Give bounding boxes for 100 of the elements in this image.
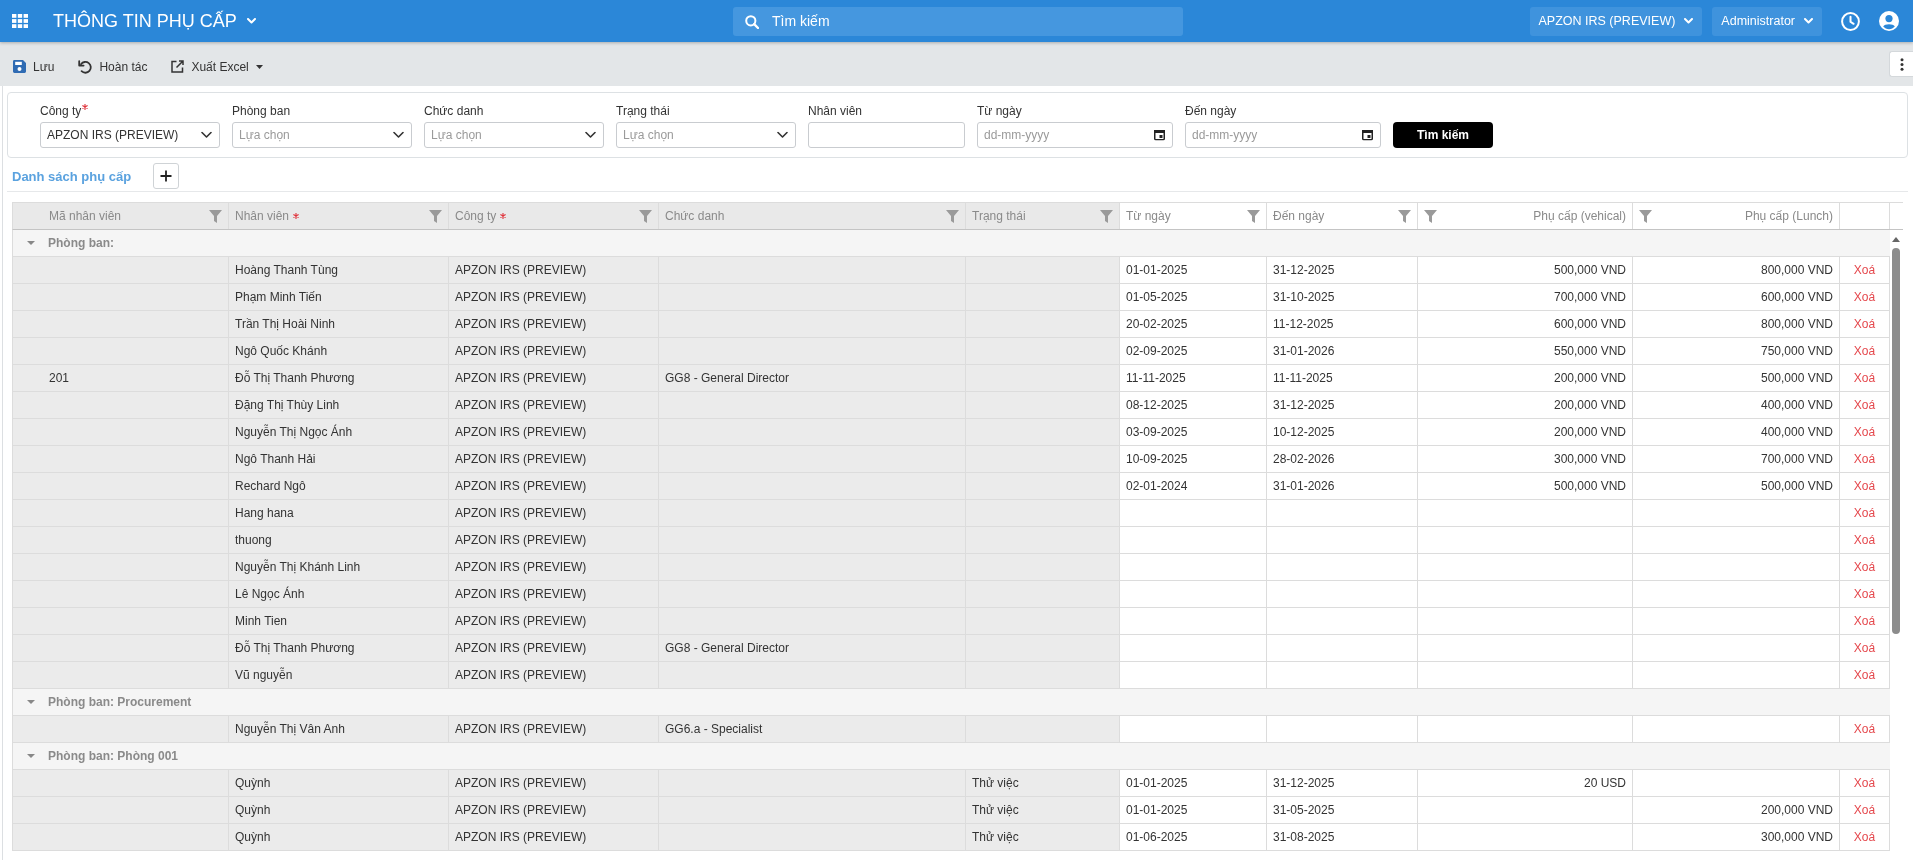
search-button[interactable]: Tìm kiếm — [1393, 122, 1493, 148]
filter-icon[interactable] — [639, 209, 652, 223]
table-cell: 300,000 VND — [1418, 446, 1633, 473]
field-label: Công ty — [40, 104, 82, 118]
table-cell: APZON IRS (PREVIEW) — [449, 365, 659, 392]
table-cell: 500,000 VND — [1418, 257, 1633, 284]
select-field[interactable]: Lựa chọn — [424, 122, 604, 148]
clock-icon[interactable] — [1841, 11, 1860, 31]
table-cell: 200,000 VND — [1418, 365, 1633, 392]
export-button[interactable]: Xuất Excel — [165, 55, 269, 78]
table-cell: 31-10-2025 — [1267, 284, 1418, 311]
table-cell: Nguyễn Thị Ngọc Ánh — [229, 419, 449, 446]
column-header[interactable]: Trạng thái — [966, 203, 1120, 229]
delete-link[interactable]: Xoá — [1853, 830, 1876, 844]
table-cell: 31-12-2025 — [1267, 392, 1418, 419]
table-cell: 600,000 VND — [1633, 284, 1840, 311]
table-cell: Ngô Thanh Hải — [229, 446, 449, 473]
delete-link[interactable]: Xoá — [1853, 587, 1876, 601]
table-cell: APZON IRS (PREVIEW) — [449, 554, 659, 581]
group-label: Phòng ban: — [48, 236, 114, 250]
delete-link[interactable]: Xoá — [1853, 452, 1876, 466]
field-label: Chức danh — [424, 104, 484, 118]
table-cell: APZON IRS (PREVIEW) — [449, 419, 659, 446]
table-cell: Đặng Thị Thùy Linh — [229, 392, 449, 419]
delete-link[interactable]: Xoá — [1853, 344, 1876, 358]
scroll-up-icon[interactable] — [1892, 237, 1900, 242]
table-cell: 500,000 VND — [1633, 365, 1840, 392]
filter-icon[interactable] — [946, 209, 959, 223]
table-cell: APZON IRS (PREVIEW) — [449, 662, 659, 689]
table-cell: APZON IRS (PREVIEW) — [449, 770, 659, 797]
column-header[interactable]: Chức danh — [659, 203, 966, 229]
input-field[interactable] — [808, 122, 965, 148]
table-cell: 600,000 VND — [1418, 311, 1633, 338]
field-label: Nhân viên — [808, 104, 863, 118]
field-label: Phòng ban — [232, 104, 291, 118]
group-row[interactable]: Phòng ban: Phòng 001 — [13, 743, 1890, 770]
calendar-icon[interactable] — [1154, 129, 1165, 141]
group-row[interactable]: Phòng ban: — [13, 230, 1890, 257]
delete-link[interactable]: Xoá — [1853, 425, 1876, 439]
group-row[interactable]: Phòng ban: Procurement — [13, 689, 1890, 716]
required-icon — [293, 213, 300, 219]
table-cell: 500,000 VND — [1633, 473, 1840, 500]
select-field[interactable]: Lựa chọn — [616, 122, 796, 148]
apps-grid-icon[interactable] — [12, 14, 28, 28]
filter-icon[interactable] — [1424, 209, 1437, 223]
required-icon — [500, 213, 507, 219]
company-menu-button[interactable]: APZON IRS (PREVIEW) — [1529, 6, 1703, 36]
scrollbar-thumb[interactable] — [1892, 248, 1900, 634]
page-title-menu[interactable]: THÔNG TIN PHỤ CẤP — [53, 10, 256, 32]
table-cell: 31-05-2025 — [1267, 797, 1418, 824]
filter-icon[interactable] — [429, 209, 442, 223]
add-button[interactable] — [153, 163, 180, 189]
save-button[interactable]: Lưu — [7, 55, 61, 78]
plus-icon — [160, 170, 173, 182]
caret-down-icon[interactable] — [27, 241, 35, 245]
date-field[interactable]: dd-mm-yyyy — [1185, 122, 1381, 148]
delete-link[interactable]: Xoá — [1853, 290, 1876, 304]
chevron-down-icon — [1684, 18, 1694, 24]
table-cell: 700,000 VND — [1633, 446, 1840, 473]
table-cell: 700,000 VND — [1418, 284, 1633, 311]
table-cell: Phạm Minh Tiến — [229, 284, 449, 311]
delete-link[interactable]: Xoá — [1853, 506, 1876, 520]
search-field[interactable]: Tìm kiếm — [733, 6, 1183, 36]
delete-link[interactable]: Xoá — [1853, 533, 1876, 547]
filter-icon[interactable] — [1100, 209, 1113, 223]
filter-icon[interactable] — [209, 209, 222, 223]
column-header[interactable]: Mã nhân viên — [13, 203, 229, 229]
filter-icon[interactable] — [1398, 209, 1411, 223]
table-cell: APZON IRS (PREVIEW) — [449, 392, 659, 419]
delete-link[interactable]: Xoá — [1853, 614, 1876, 628]
table-cell: Thử việc — [966, 797, 1120, 824]
table-cell: GG8 - General Director — [659, 365, 966, 392]
select-field[interactable]: APZON IRS (PREVIEW) — [40, 122, 220, 148]
filter-icon[interactable] — [1639, 209, 1652, 223]
column-header[interactable]: Nhân viên — [229, 203, 449, 229]
delete-link[interactable]: Xoá — [1853, 776, 1876, 790]
user-menu-button[interactable]: Administrator — [1712, 6, 1822, 36]
delete-link[interactable]: Xoá — [1853, 722, 1876, 736]
delete-link[interactable]: Xoá — [1853, 803, 1876, 817]
table-cell: 03-09-2025 — [1120, 419, 1267, 446]
delete-link[interactable]: Xoá — [1853, 479, 1876, 493]
filter-icon[interactable] — [1247, 209, 1260, 223]
user-avatar-icon[interactable] — [1879, 11, 1899, 31]
delete-link[interactable]: Xoá — [1853, 641, 1876, 655]
delete-link[interactable]: Xoá — [1853, 317, 1876, 331]
calendar-icon[interactable] — [1362, 129, 1373, 141]
delete-link[interactable]: Xoá — [1853, 263, 1876, 277]
delete-link[interactable]: Xoá — [1853, 668, 1876, 682]
more-button[interactable] — [1889, 51, 1913, 77]
delete-link[interactable]: Xoá — [1853, 398, 1876, 412]
table-cell: GG8 - General Director — [659, 635, 966, 662]
delete-link[interactable]: Xoá — [1853, 560, 1876, 574]
table-cell: 01-06-2025 — [1120, 824, 1267, 851]
date-field[interactable]: dd-mm-yyyy — [977, 122, 1173, 148]
caret-down-icon[interactable] — [27, 754, 35, 758]
delete-link[interactable]: Xoá — [1853, 371, 1876, 385]
column-header[interactable]: Công ty — [449, 203, 659, 229]
select-field[interactable]: Lựa chọn — [232, 122, 412, 148]
caret-down-icon[interactable] — [27, 700, 35, 704]
undo-button[interactable]: Hoàn tác — [72, 55, 154, 78]
